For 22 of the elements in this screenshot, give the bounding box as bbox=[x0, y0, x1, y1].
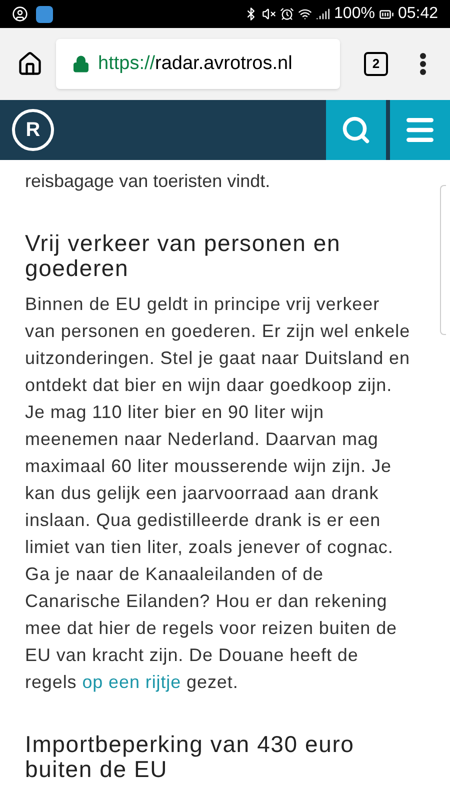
wifi-icon bbox=[298, 7, 312, 21]
tab-count-button[interactable]: 2 bbox=[364, 52, 388, 76]
clock-time: 05:42 bbox=[398, 4, 438, 24]
search-button[interactable] bbox=[326, 100, 386, 160]
signal-icon bbox=[316, 7, 330, 21]
address-bar[interactable]: https://radar.avrotros.nl bbox=[56, 39, 340, 89]
paragraph: reisbagage van toeristen vindt. bbox=[25, 170, 272, 193]
app-icon bbox=[36, 6, 53, 22]
alarm-icon bbox=[280, 7, 294, 21]
battery-percent: 100% bbox=[334, 4, 375, 24]
search-icon bbox=[341, 115, 371, 145]
text-link[interactable]: op een rijtje bbox=[82, 672, 182, 692]
section-heading: Importbeperking van 430 euro buiten de EU bbox=[25, 732, 356, 782]
home-icon bbox=[17, 51, 43, 77]
lock-icon bbox=[72, 55, 90, 73]
more-icon bbox=[420, 53, 426, 75]
mute-icon bbox=[262, 7, 276, 21]
site-logo[interactable]: R bbox=[12, 109, 54, 151]
paragraph: Binnen de EU geldt in principe vrij verkeer van personen en goederen. Er zijn wel enkele uitzonderingen. Stel je gaat naar Duitsland en ontdekt dat bier en wijn daar goedkoop zijn. Je mag 110 liter bier en 90 liter wijn meenemen naar Nederland. Daarvan mag maximaal 60 liter mousserende wijn zijn. Je kan dus gelijk een jaarvoorraad aan drank inslaan. Qua gedistilleerde drank is er een limiet van tien liter, zoals jenever of cognac. Ga je naar de Kanaaleilanden of de Canarische Eilanden? Hou er dan rekening mee dat hier de regels voor reizen buiten de EU van kracht zijn. De Douane heeft de regels op een rijtje gezet. bbox=[25, 293, 412, 694]
account-icon bbox=[12, 6, 28, 22]
section-heading: Vrij verkeer van personen en goederen bbox=[25, 231, 342, 281]
url-text: https://radar.avrotros.nl bbox=[98, 52, 292, 76]
